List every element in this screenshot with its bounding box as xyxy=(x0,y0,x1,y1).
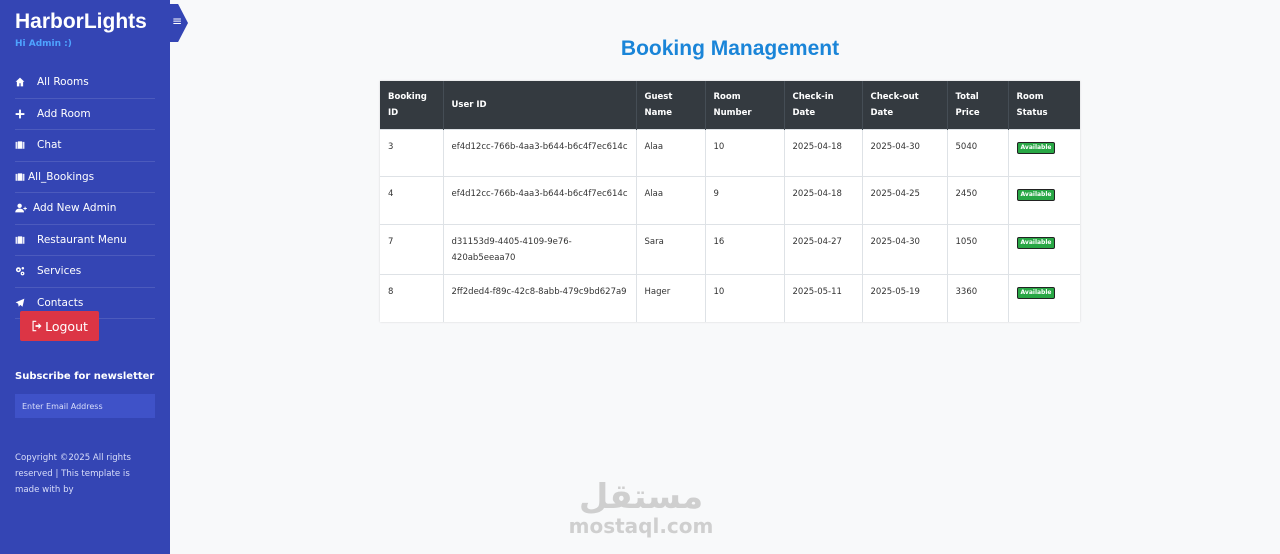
sidebar-item-restaurant-menu[interactable]: Restaurant Menu xyxy=(15,225,155,256)
cell-booking-id: 8 xyxy=(380,273,444,322)
briefcase-icon xyxy=(15,235,37,245)
cell-booking-id: 4 xyxy=(380,176,444,224)
watermark-arabic: مستقل xyxy=(578,477,704,517)
logout-button[interactable]: Logout xyxy=(20,311,99,341)
sidebar-item-label: Contacts xyxy=(37,296,84,309)
watermark-latin: mostaql.com xyxy=(568,514,714,538)
logout-label: Logout xyxy=(45,318,88,334)
cell-total-price: 2450 xyxy=(947,176,1009,224)
sidebar-item-add-new-admin[interactable]: Add New Admin xyxy=(15,193,155,225)
status-badge: Available xyxy=(1016,189,1056,201)
cell-user-id: d31153d9-4405-4109-9e76-420ab5eeaa70 xyxy=(443,223,637,274)
cell-user-id: ef4d12cc-766b-4aa3-b644-b6c4f7ec614c xyxy=(443,128,637,177)
table-row: 8 2ff2ded4-f89c-42c8-8abb-479c9bd627a9 H… xyxy=(380,273,1080,322)
paper-plane-icon xyxy=(15,298,37,308)
column-header-guest-name: Guest Name xyxy=(636,81,706,129)
sidebar-item-chat[interactable]: Chat xyxy=(15,130,155,162)
status-badge: Available xyxy=(1016,236,1056,249)
status-badge: Available xyxy=(1016,141,1056,154)
cell-booking-id: 7 xyxy=(380,223,444,274)
bookings-table: Booking ID User ID Guest Name Room Numbe… xyxy=(380,81,1080,322)
sidebar-item-services[interactable]: Services xyxy=(15,256,155,288)
cell-booking-id: 3 xyxy=(380,128,444,177)
main-content: Booking Management Booking ID User ID Gu… xyxy=(170,0,1280,554)
column-header-user-id: User ID xyxy=(443,81,637,129)
gears-icon xyxy=(15,266,37,276)
sidebar-item-label: Chat xyxy=(37,139,62,152)
cell-room-number: 9 xyxy=(705,176,785,224)
status-badge: Available xyxy=(1016,286,1056,299)
sidebar-item-label: All Rooms xyxy=(37,76,89,89)
briefcase-icon xyxy=(15,172,28,182)
column-header-checkin-date: Check-in Date xyxy=(784,81,863,129)
cell-checkout-date: 2025-04-25 xyxy=(862,176,948,224)
table-row: 3 ef4d12cc-766b-4aa3-b644-b6c4f7ec614c A… xyxy=(380,128,1080,177)
plus-icon xyxy=(15,109,37,119)
column-header-total-price: Total Price xyxy=(947,81,1009,129)
sidebar-item-add-room[interactable]: Add Room xyxy=(15,99,155,130)
sidebar-item-label: Add New Admin xyxy=(33,202,117,215)
newsletter-title: Subscribe for newsletter xyxy=(15,371,155,382)
admin-greeting: Hi Admin :) xyxy=(15,39,72,49)
table-row: 4 ef4d12cc-766b-4aa3-b644-b6c4f7ec614c A… xyxy=(380,176,1080,224)
sidebar-item-label: All_Bookings xyxy=(28,170,95,183)
sidebar: HarborLights Hi Admin :) All Rooms Add R… xyxy=(0,0,170,554)
cell-checkin-date: 2025-04-18 xyxy=(784,176,863,224)
sidebar-nav: All Rooms Add Room Chat All_Bookings Add… xyxy=(15,67,155,319)
mostaql-watermark: مستقل mostaql.com xyxy=(566,478,716,536)
cell-checkin-date: 2025-04-18 xyxy=(784,128,863,177)
sidebar-item-all-rooms[interactable]: All Rooms xyxy=(15,67,155,99)
cell-guest-name: Alaa xyxy=(636,176,706,224)
sidebar-item-all-bookings[interactable]: All_Bookings xyxy=(15,162,155,193)
column-header-booking-id: Booking ID xyxy=(380,81,444,129)
cell-room-status: Available xyxy=(1008,128,1080,177)
cell-checkout-date: 2025-04-30 xyxy=(862,223,948,274)
cell-room-number: 10 xyxy=(705,128,785,177)
cell-checkin-date: 2025-04-27 xyxy=(784,223,863,274)
cell-total-price: 3360 xyxy=(947,273,1009,322)
cell-room-number: 10 xyxy=(705,273,785,322)
cell-checkout-date: 2025-04-30 xyxy=(862,128,948,177)
cell-checkin-date: 2025-05-11 xyxy=(784,273,863,322)
cell-room-status: Available xyxy=(1008,176,1080,224)
sidebar-item-label: Services xyxy=(37,265,82,278)
table-row: 7 d31153d9-4405-4109-9e76-420ab5eeaa70 S… xyxy=(380,223,1080,274)
table-header-row: Booking ID User ID Guest Name Room Numbe… xyxy=(380,81,1080,129)
column-header-checkout-date: Check-out Date xyxy=(862,81,948,129)
sidebar-item-label: Add Room xyxy=(37,107,91,120)
brand-logo[interactable]: HarborLights xyxy=(15,10,155,34)
column-header-room-number: Room Number xyxy=(705,81,785,129)
column-header-room-status: Room Status xyxy=(1008,81,1080,129)
cell-total-price: 5040 xyxy=(947,128,1009,177)
cell-room-status: Available xyxy=(1008,273,1080,322)
cell-guest-name: Alaa xyxy=(636,128,706,177)
cell-user-id: 2ff2ded4-f89c-42c8-8abb-479c9bd627a9 xyxy=(443,273,637,322)
cell-total-price: 1050 xyxy=(947,223,1009,274)
cell-user-id: ef4d12cc-766b-4aa3-b644-b6c4f7ec614c xyxy=(443,176,637,224)
briefcase-icon xyxy=(15,140,37,150)
home-icon xyxy=(15,77,37,87)
sidebar-item-label: Restaurant Menu xyxy=(37,233,127,246)
page-title: Booking Management xyxy=(620,37,840,60)
cell-guest-name: Sara xyxy=(636,223,706,274)
sign-out-icon xyxy=(32,320,42,332)
user-plus-icon xyxy=(15,203,33,213)
cell-checkout-date: 2025-05-19 xyxy=(862,273,948,322)
cell-room-status: Available xyxy=(1008,223,1080,274)
newsletter-email-input[interactable] xyxy=(15,394,155,418)
cell-guest-name: Hager xyxy=(636,273,706,322)
cell-room-number: 16 xyxy=(705,223,785,274)
copyright-text: Copyright ©2025 All rights reserved | Th… xyxy=(15,453,131,495)
